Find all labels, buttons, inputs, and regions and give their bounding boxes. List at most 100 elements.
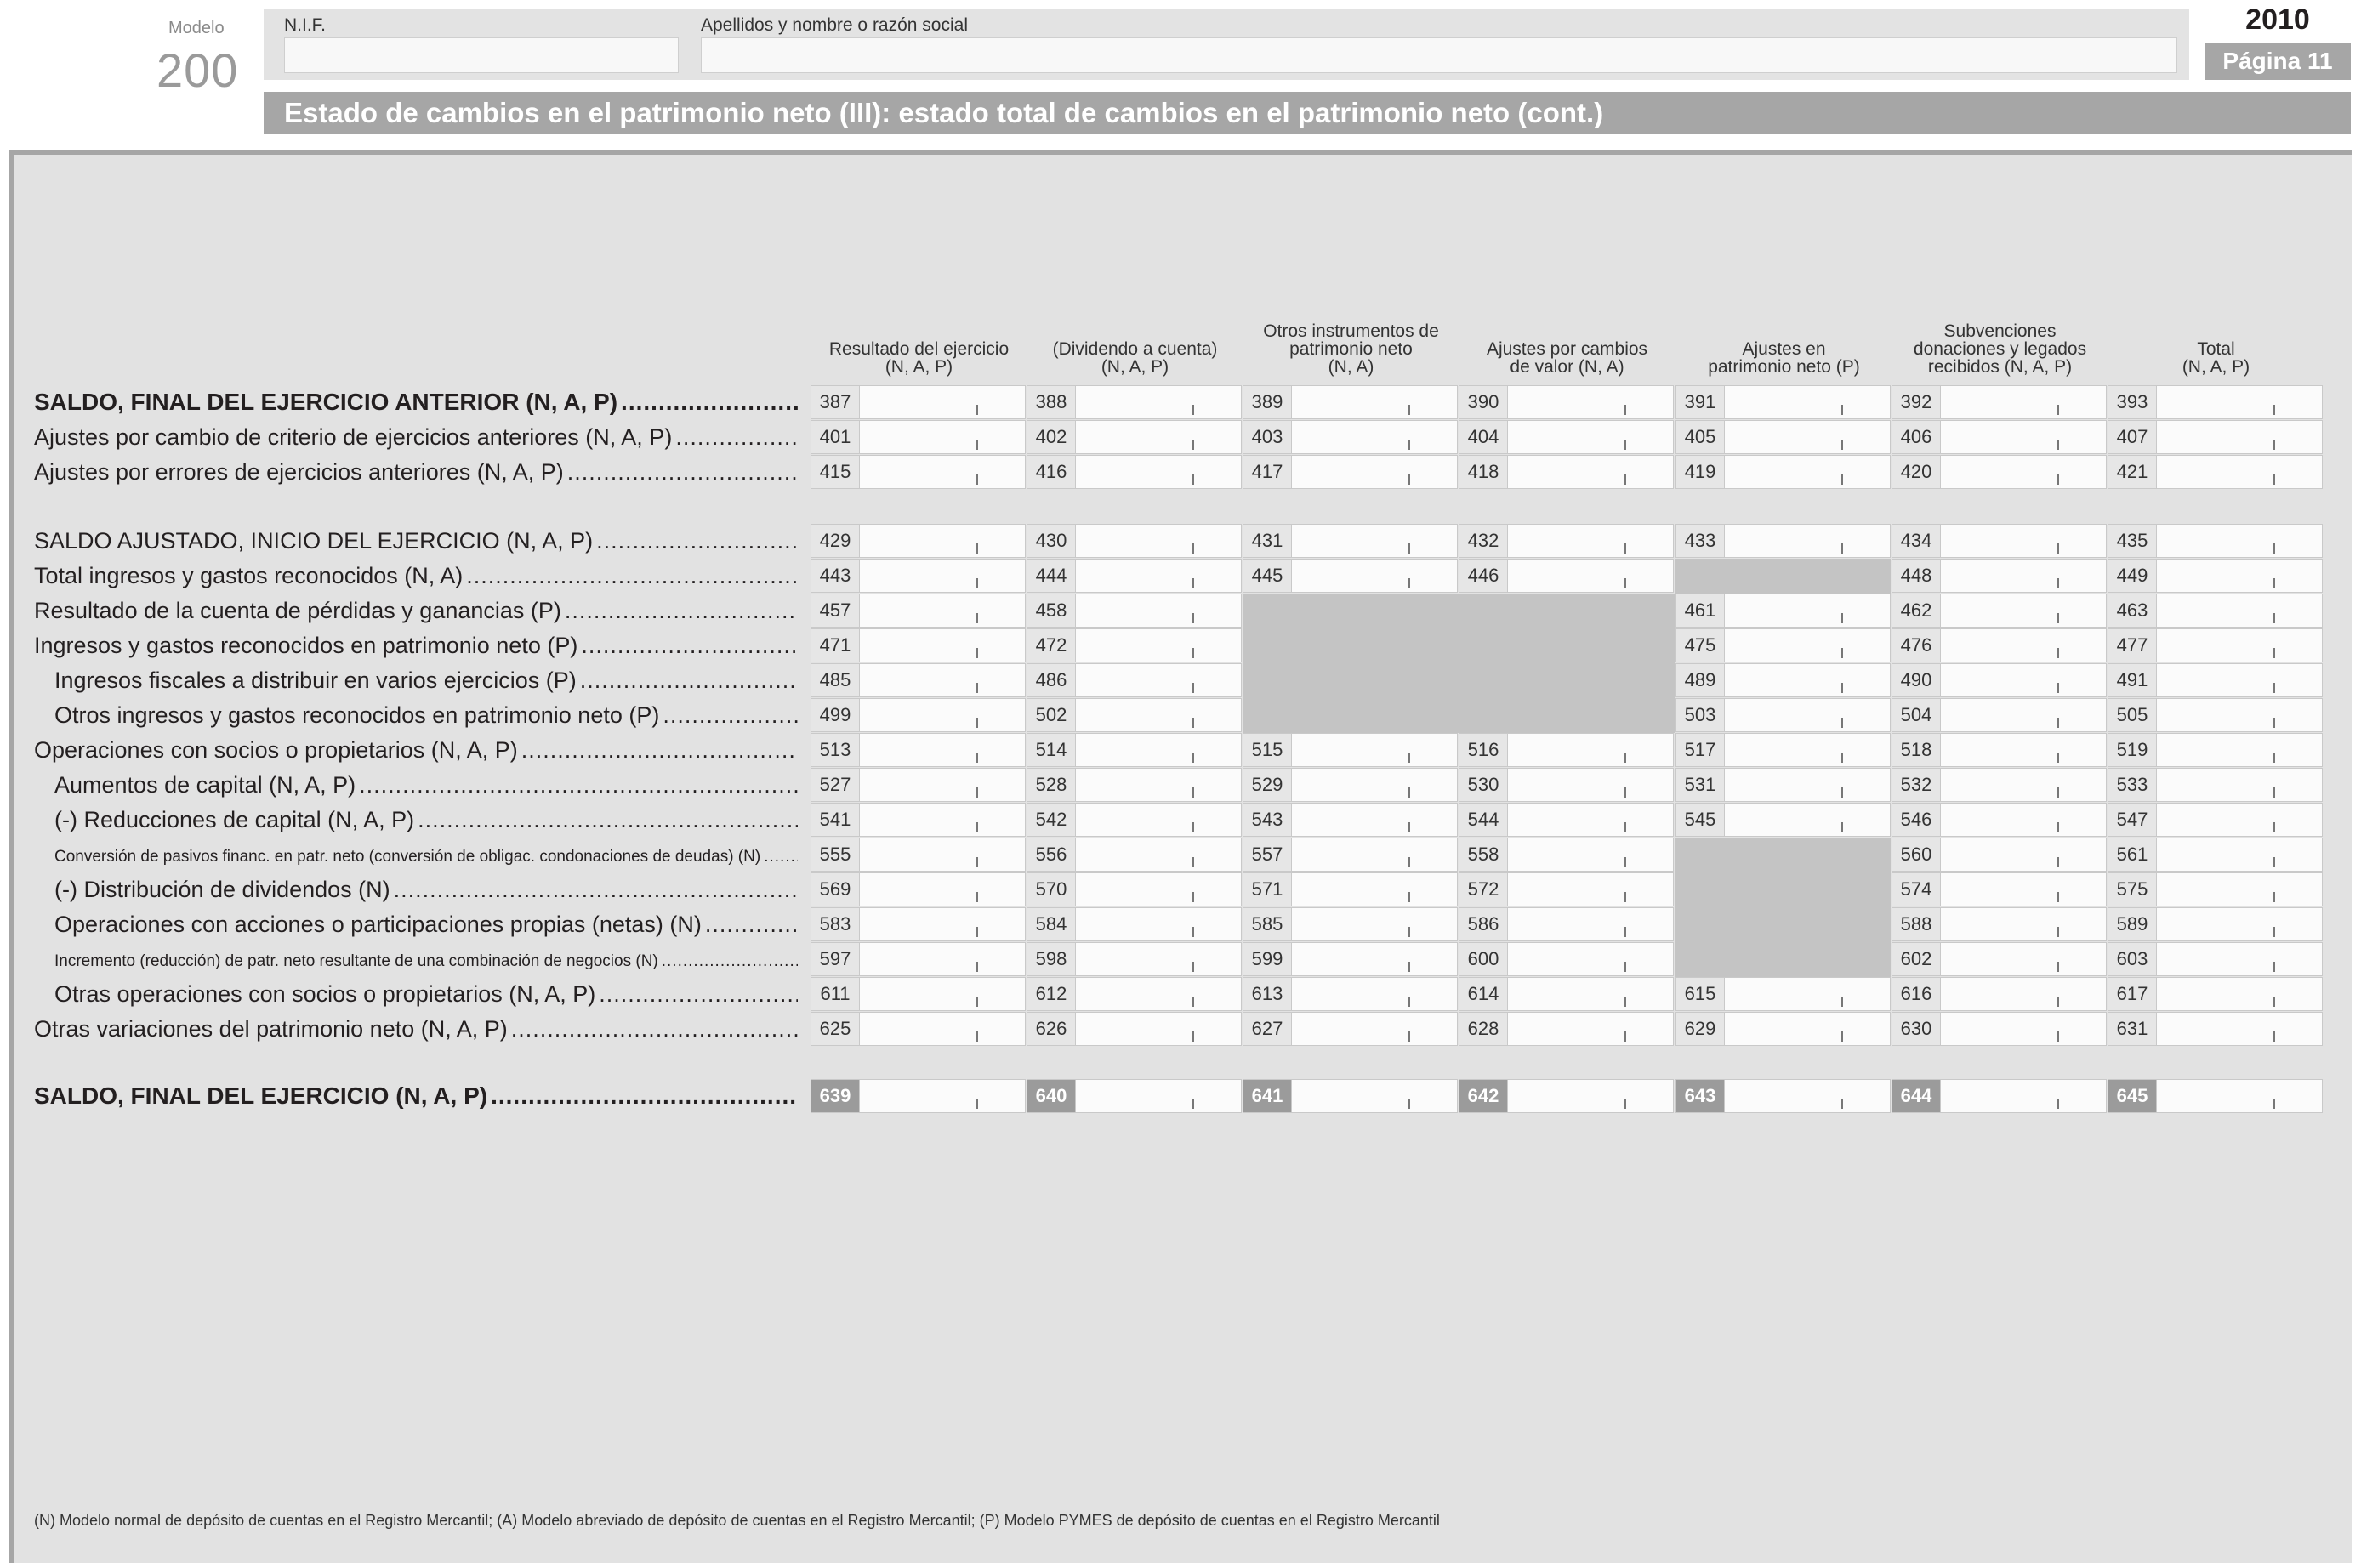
amount-field[interactable]: 560 — [1892, 838, 2107, 872]
amount-field[interactable]: 503 — [1675, 698, 1891, 732]
amount-field[interactable]: 416 — [1027, 455, 1242, 489]
amount-field[interactable]: 546 — [1892, 803, 2107, 837]
amount-field[interactable]: 527 — [811, 768, 1026, 802]
amount-field[interactable]: 641 — [1243, 1079, 1458, 1113]
amount-field[interactable]: 457 — [811, 594, 1026, 628]
amount-field[interactable]: 602 — [1892, 942, 2107, 976]
amount-field[interactable]: 502 — [1027, 698, 1242, 732]
amount-field[interactable]: 603 — [2108, 942, 2323, 976]
amount-field[interactable]: 626 — [1027, 1012, 1242, 1046]
amount-field[interactable]: 475 — [1675, 628, 1891, 662]
amount-field[interactable]: 444 — [1027, 559, 1242, 593]
amount-field[interactable]: 645 — [2108, 1079, 2323, 1113]
amount-field[interactable]: 532 — [1892, 768, 2107, 802]
amount-field[interactable]: 402 — [1027, 420, 1242, 454]
amount-field[interactable]: 545 — [1675, 803, 1891, 837]
amount-field[interactable]: 471 — [811, 628, 1026, 662]
amount-field[interactable]: 433 — [1675, 524, 1891, 558]
amount-field[interactable]: 528 — [1027, 768, 1242, 802]
amount-field[interactable]: 443 — [811, 559, 1026, 593]
amount-field[interactable]: 555 — [811, 838, 1026, 872]
amount-field[interactable]: 491 — [2108, 663, 2323, 697]
amount-field[interactable]: 390 — [1459, 385, 1674, 419]
amount-field[interactable]: 417 — [1243, 455, 1458, 489]
amount-field[interactable]: 420 — [1892, 455, 2107, 489]
amount-field[interactable]: 518 — [1892, 733, 2107, 767]
amount-field[interactable]: 617 — [2108, 977, 2323, 1011]
amount-field[interactable]: 513 — [811, 733, 1026, 767]
amount-field[interactable]: 600 — [1459, 942, 1674, 976]
amount-field[interactable]: 499 — [811, 698, 1026, 732]
amount-field[interactable]: 531 — [1675, 768, 1891, 802]
amount-field[interactable]: 630 — [1892, 1012, 2107, 1046]
amount-field[interactable]: 574 — [1892, 872, 2107, 906]
amount-field[interactable]: 486 — [1027, 663, 1242, 697]
amount-field[interactable]: 640 — [1027, 1079, 1242, 1113]
amount-field[interactable]: 505 — [2108, 698, 2323, 732]
amount-field[interactable]: 393 — [2108, 385, 2323, 419]
amount-field[interactable]: 541 — [811, 803, 1026, 837]
amount-field[interactable]: 418 — [1459, 455, 1674, 489]
amount-field[interactable]: 403 — [1243, 420, 1458, 454]
amount-field[interactable]: 445 — [1243, 559, 1458, 593]
amount-field[interactable]: 542 — [1027, 803, 1242, 837]
amount-field[interactable]: 586 — [1459, 907, 1674, 941]
amount-field[interactable]: 401 — [811, 420, 1026, 454]
amount-field[interactable]: 583 — [811, 907, 1026, 941]
amount-field[interactable]: 515 — [1243, 733, 1458, 767]
amount-field[interactable]: 585 — [1243, 907, 1458, 941]
amount-field[interactable]: 446 — [1459, 559, 1674, 593]
name-field[interactable] — [701, 37, 2177, 73]
amount-field[interactable]: 597 — [811, 942, 1026, 976]
amount-field[interactable]: 611 — [811, 977, 1026, 1011]
amount-field[interactable]: 514 — [1027, 733, 1242, 767]
amount-field[interactable]: 407 — [2108, 420, 2323, 454]
amount-field[interactable]: 404 — [1459, 420, 1674, 454]
amount-field[interactable]: 642 — [1459, 1079, 1674, 1113]
amount-field[interactable]: 599 — [1243, 942, 1458, 976]
amount-field[interactable]: 517 — [1675, 733, 1891, 767]
amount-field[interactable]: 472 — [1027, 628, 1242, 662]
amount-field[interactable]: 570 — [1027, 872, 1242, 906]
amount-field[interactable]: 631 — [2108, 1012, 2323, 1046]
amount-field[interactable]: 462 — [1892, 594, 2107, 628]
amount-field[interactable]: 434 — [1892, 524, 2107, 558]
amount-field[interactable]: 419 — [1675, 455, 1891, 489]
amount-field[interactable]: 558 — [1459, 838, 1674, 872]
amount-field[interactable]: 547 — [2108, 803, 2323, 837]
amount-field[interactable]: 572 — [1459, 872, 1674, 906]
amount-field[interactable]: 561 — [2108, 838, 2323, 872]
amount-field[interactable]: 628 — [1459, 1012, 1674, 1046]
amount-field[interactable]: 429 — [811, 524, 1026, 558]
amount-field[interactable]: 643 — [1675, 1079, 1891, 1113]
amount-field[interactable]: 616 — [1892, 977, 2107, 1011]
amount-field[interactable]: 589 — [2108, 907, 2323, 941]
amount-field[interactable]: 543 — [1243, 803, 1458, 837]
amount-field[interactable]: 615 — [1675, 977, 1891, 1011]
amount-field[interactable]: 415 — [811, 455, 1026, 489]
amount-field[interactable]: 613 — [1243, 977, 1458, 1011]
amount-field[interactable]: 598 — [1027, 942, 1242, 976]
amount-field[interactable]: 612 — [1027, 977, 1242, 1011]
amount-field[interactable]: 421 — [2108, 455, 2323, 489]
amount-field[interactable]: 458 — [1027, 594, 1242, 628]
amount-field[interactable]: 639 — [811, 1079, 1026, 1113]
amount-field[interactable]: 485 — [811, 663, 1026, 697]
amount-field[interactable]: 516 — [1459, 733, 1674, 767]
amount-field[interactable]: 435 — [2108, 524, 2323, 558]
amount-field[interactable]: 490 — [1892, 663, 2107, 697]
amount-field[interactable]: 588 — [1892, 907, 2107, 941]
amount-field[interactable]: 406 — [1892, 420, 2107, 454]
amount-field[interactable]: 387 — [811, 385, 1026, 419]
amount-field[interactable]: 477 — [2108, 628, 2323, 662]
amount-field[interactable]: 504 — [1892, 698, 2107, 732]
amount-field[interactable]: 533 — [2108, 768, 2323, 802]
amount-field[interactable]: 392 — [1892, 385, 2107, 419]
amount-field[interactable]: 449 — [2108, 559, 2323, 593]
amount-field[interactable]: 389 — [1243, 385, 1458, 419]
amount-field[interactable]: 519 — [2108, 733, 2323, 767]
amount-field[interactable]: 489 — [1675, 663, 1891, 697]
amount-field[interactable]: 625 — [811, 1012, 1026, 1046]
amount-field[interactable]: 463 — [2108, 594, 2323, 628]
amount-field[interactable]: 388 — [1027, 385, 1242, 419]
